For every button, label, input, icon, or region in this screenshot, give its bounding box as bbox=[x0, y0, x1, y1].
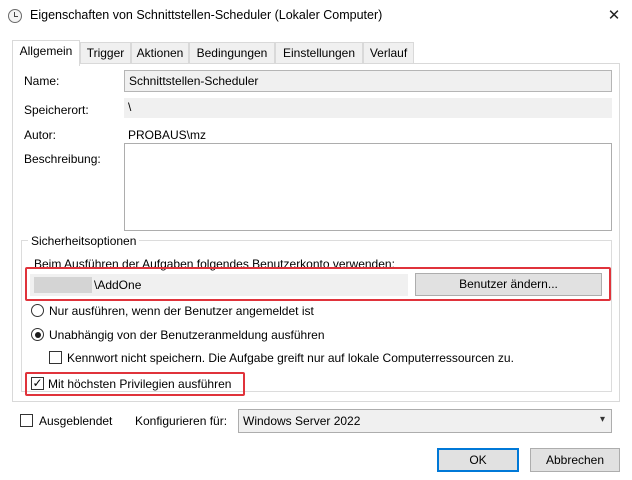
highest-privileges-checkbox[interactable]: ✓ bbox=[31, 377, 44, 390]
chevron-down-icon: ▾ bbox=[599, 414, 605, 425]
ok-button[interactable]: OK bbox=[437, 448, 519, 472]
redacted-domain bbox=[34, 277, 92, 293]
account-field: \AddOne bbox=[30, 274, 408, 296]
tab-trigger[interactable]: Trigger bbox=[80, 42, 131, 64]
close-button[interactable]: ✕ bbox=[596, 0, 632, 32]
no-store-password-checkbox[interactable] bbox=[49, 351, 62, 364]
hidden-label: Ausgeblendet bbox=[39, 414, 113, 428]
clock-icon bbox=[8, 9, 22, 23]
tab-aktionen[interactable]: Aktionen bbox=[131, 42, 189, 64]
name-field[interactable]: Schnittstellen-Scheduler bbox=[124, 70, 612, 92]
cancel-button[interactable]: Abbrechen bbox=[530, 448, 620, 472]
configure-value: Windows Server 2022 bbox=[243, 414, 361, 428]
tab-allgemein[interactable]: Allgemein bbox=[12, 40, 80, 66]
author-label: Autor: bbox=[24, 128, 57, 142]
security-options-label: Sicherheitsoptionen bbox=[28, 234, 140, 248]
highest-privileges-label: Mit höchsten Privilegien ausführen bbox=[48, 377, 232, 391]
tab-verlauf[interactable]: Verlauf bbox=[363, 42, 414, 64]
radio-independent-label: Unabhängig von der Benutzeranmeldung aus… bbox=[49, 328, 325, 342]
radio-independent[interactable] bbox=[31, 328, 44, 341]
window-title: Eigenschaften von Schnittstellen-Schedul… bbox=[30, 8, 383, 22]
name-label: Name: bbox=[24, 74, 60, 88]
hidden-checkbox[interactable] bbox=[20, 414, 33, 427]
location-value: \ bbox=[128, 100, 132, 114]
location-label: Speicherort: bbox=[24, 103, 89, 117]
description-label: Beschreibung: bbox=[24, 152, 101, 166]
configure-label: Konfigurieren für: bbox=[135, 414, 228, 428]
description-textarea[interactable] bbox=[124, 143, 612, 231]
radio-logged-on[interactable] bbox=[31, 304, 44, 317]
location-field: \ bbox=[124, 98, 612, 118]
author-value: PROBAUS\mz bbox=[128, 128, 207, 142]
title-bar: Eigenschaften von Schnittstellen-Schedul… bbox=[0, 0, 632, 32]
tab-einstellungen[interactable]: Einstellungen bbox=[275, 42, 363, 64]
change-user-button[interactable]: Benutzer ändern... bbox=[415, 273, 602, 296]
radio-logged-on-label: Nur ausführen, wenn der Benutzer angemel… bbox=[49, 304, 314, 318]
name-value: Schnittstellen-Scheduler bbox=[129, 74, 259, 88]
configure-select[interactable]: Windows Server 2022 ▾ bbox=[238, 409, 612, 433]
tab-bedingungen[interactable]: Bedingungen bbox=[189, 42, 275, 64]
no-store-password-label: Kennwort nicht speichern. Die Aufgabe gr… bbox=[67, 351, 514, 365]
account-value: \AddOne bbox=[94, 278, 142, 292]
